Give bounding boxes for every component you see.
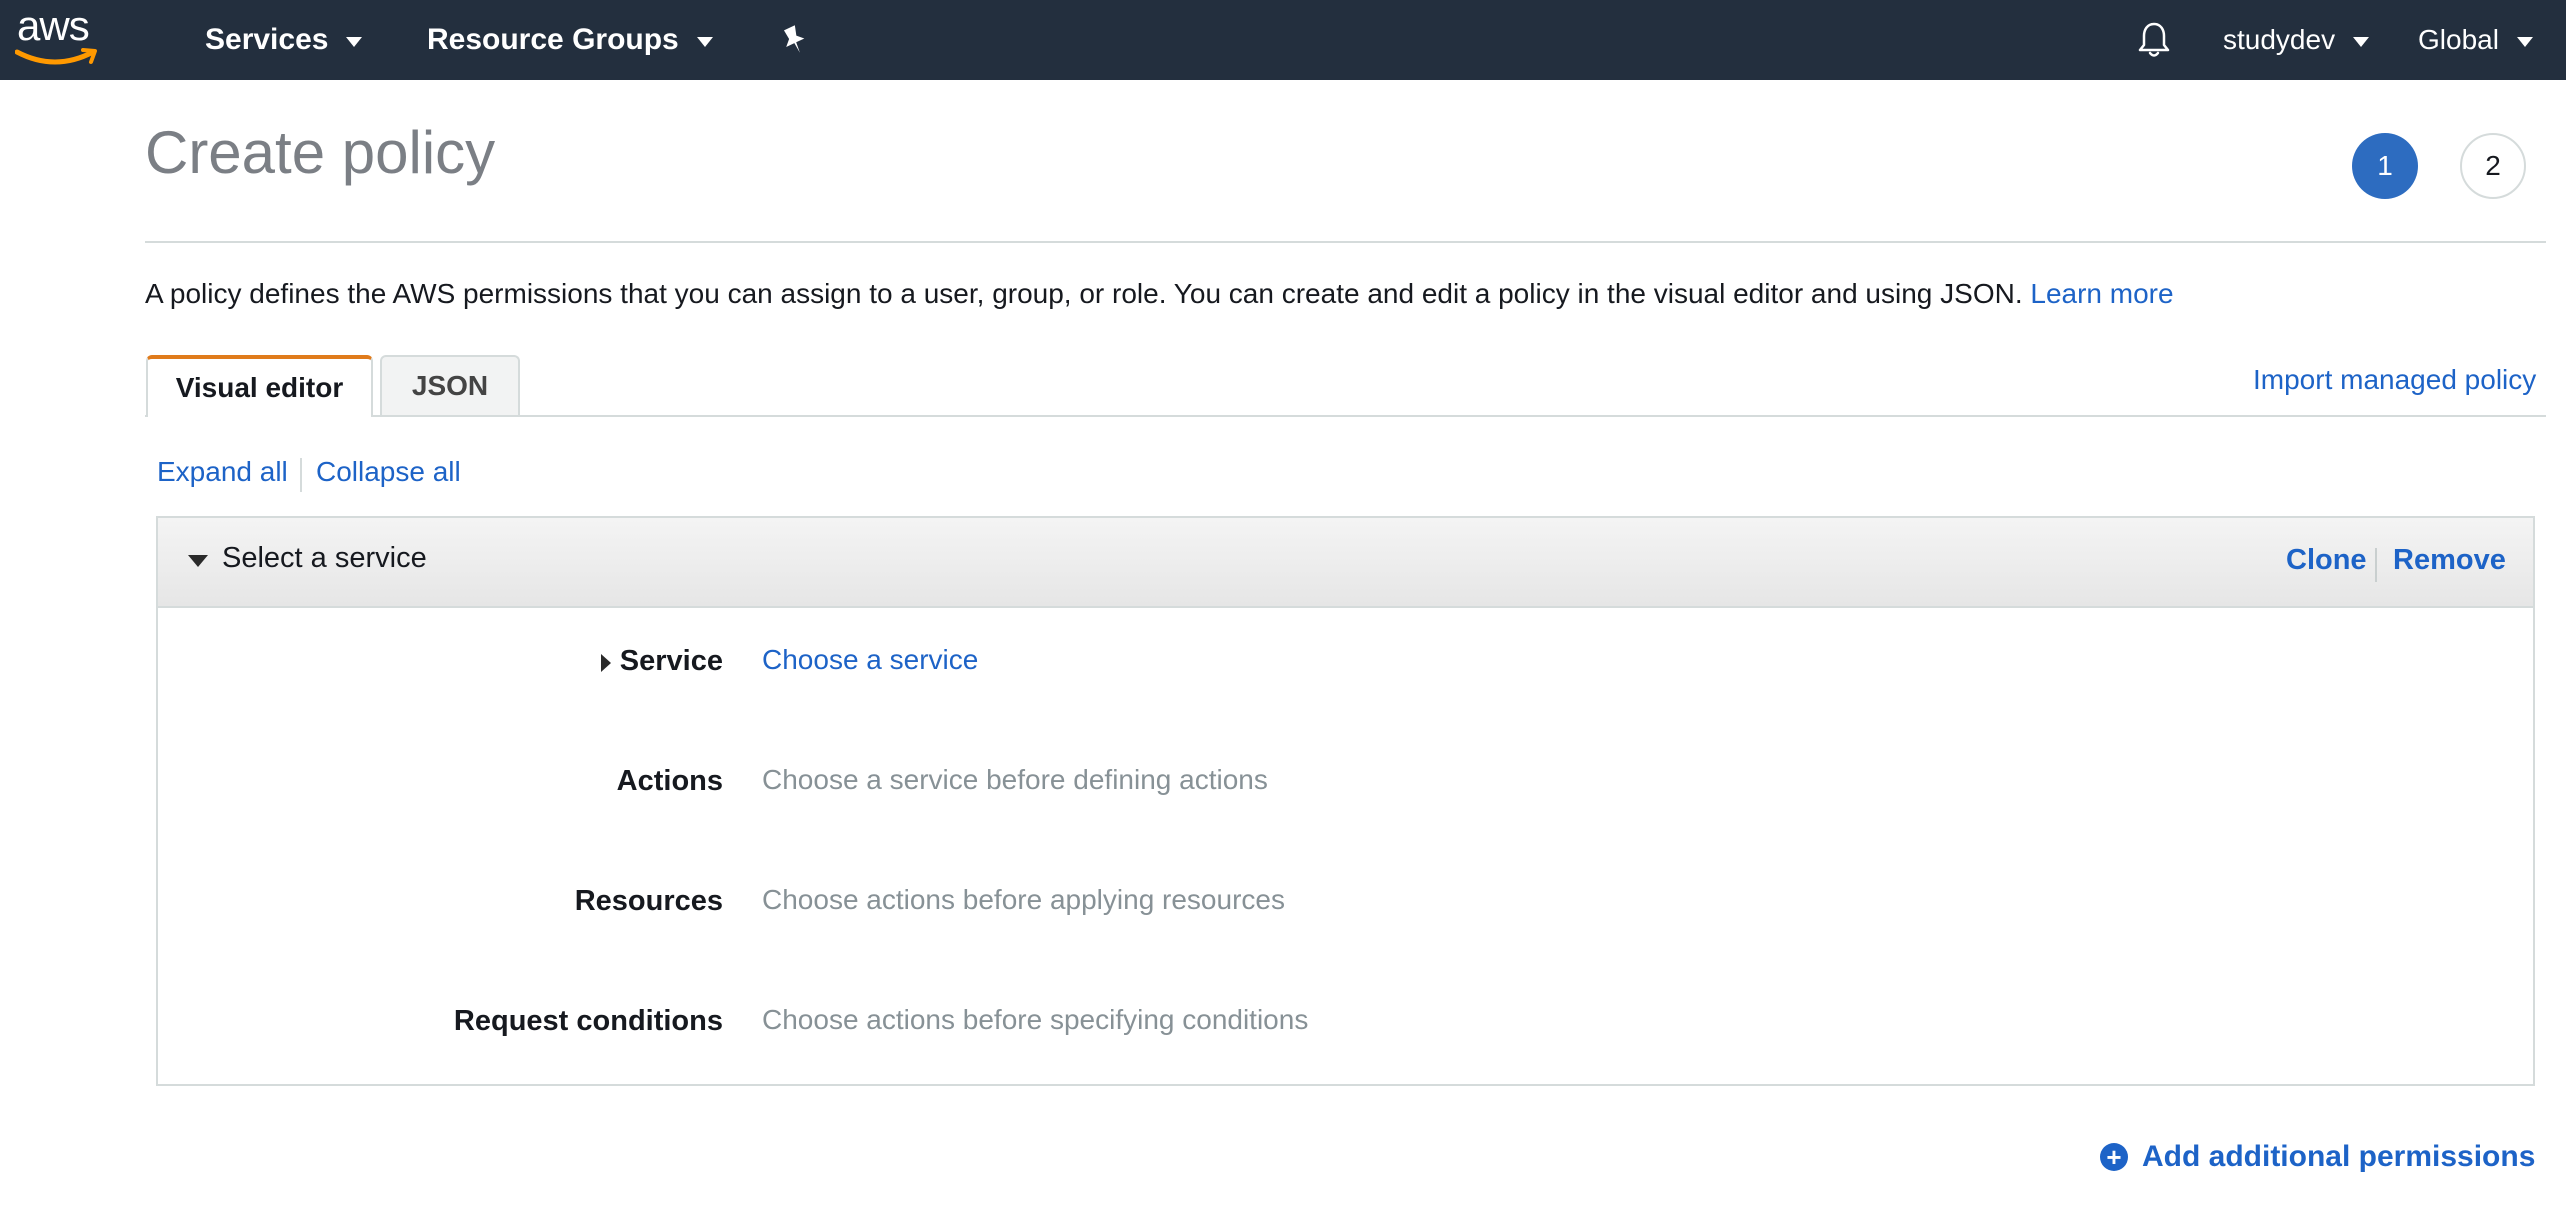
aws-logo-text: aws — [17, 2, 90, 49]
top-navigation-bar: aws Services Resource Groups studydev Gl… — [0, 0, 2566, 80]
intro-text: A policy defines the AWS permissions tha… — [145, 278, 2174, 310]
notifications-button[interactable] — [2137, 0, 2171, 80]
intro-description: A policy defines the AWS permissions tha… — [145, 278, 2023, 309]
clone-button[interactable]: Clone — [2286, 544, 2367, 577]
chevron-down-icon — [2353, 37, 2370, 47]
bell-icon — [2138, 22, 2170, 57]
collapse-all-link[interactable]: Collapse all — [316, 456, 461, 488]
expand-all-link[interactable]: Expand all — [157, 456, 288, 488]
actions-placeholder: Choose a service before defining actions — [762, 764, 1268, 795]
step-indicator-2: 2 — [2460, 133, 2526, 199]
request-conditions-placeholder: Choose actions before specifying conditi… — [762, 1004, 1309, 1035]
import-managed-policy-link[interactable]: Import managed policy — [2253, 364, 2536, 396]
account-menu[interactable]: studydev — [2223, 0, 2370, 80]
step-indicator-1: 1 — [2352, 133, 2418, 199]
choose-service-link[interactable]: Choose a service — [762, 644, 978, 676]
resources-placeholder: Choose actions before applying resources — [762, 884, 1285, 915]
page-title: Create policy — [145, 119, 496, 186]
chevron-down-icon — [346, 37, 363, 47]
header-separator — [2375, 548, 2377, 582]
service-label: Service — [619, 645, 723, 677]
tab-visual-editor[interactable]: Visual editor — [146, 355, 373, 417]
region-menu[interactable]: Global — [2418, 0, 2533, 80]
policy-statement-header[interactable]: Select a service Clone Remove — [158, 518, 2533, 608]
title-divider — [145, 241, 2546, 243]
region-label: Global — [2418, 24, 2499, 55]
request-conditions-label: Request conditions — [453, 1005, 723, 1037]
services-menu[interactable]: Services — [205, 0, 363, 80]
actions-label: Actions — [616, 765, 723, 797]
services-label: Services — [205, 23, 329, 56]
aws-logo[interactable]: aws — [15, 2, 101, 68]
collapse-triangle-icon[interactable] — [188, 555, 208, 567]
chevron-down-icon — [696, 37, 713, 47]
expand-triangle-icon[interactable] — [601, 654, 611, 672]
add-additional-permissions-button[interactable]: + Add additional permissions — [2100, 1140, 2535, 1174]
chevron-down-icon — [2516, 37, 2533, 47]
pin-icon — [783, 25, 805, 53]
aws-smile-icon — [15, 48, 97, 65]
learn-more-link[interactable]: Learn more — [2030, 278, 2173, 309]
statement-title: Select a service — [222, 542, 427, 574]
remove-button[interactable]: Remove — [2393, 544, 2506, 577]
resource-groups-menu[interactable]: Resource Groups — [427, 0, 713, 80]
tab-json[interactable]: JSON — [380, 355, 520, 415]
add-permissions-label: Add additional permissions — [2142, 1140, 2536, 1173]
pin-button[interactable] — [780, 0, 808, 80]
resources-label: Resources — [574, 885, 723, 917]
plus-circle-icon: + — [2100, 1143, 2128, 1171]
tab-divider — [145, 415, 2546, 417]
policy-statement-panel: Select a service Clone Remove Service Ch… — [156, 516, 2535, 1086]
link-separator — [300, 458, 302, 492]
account-label: studydev — [2223, 24, 2336, 55]
resource-groups-label: Resource Groups — [427, 23, 679, 56]
